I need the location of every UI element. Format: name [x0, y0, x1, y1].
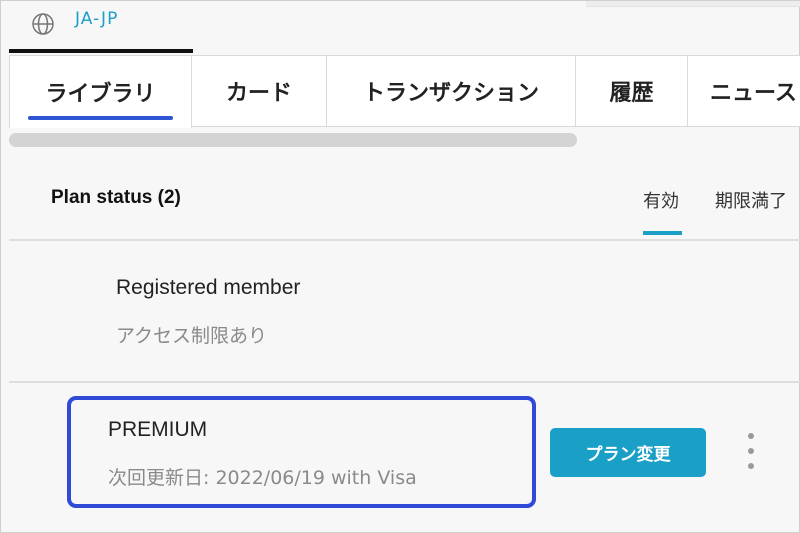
- kebab-dot: [748, 463, 754, 469]
- filter-label: 期限満了: [715, 191, 787, 212]
- tab-news[interactable]: ニュース: [688, 55, 800, 127]
- change-plan-button[interactable]: プラン変更: [550, 428, 706, 477]
- tab-label: トランザクション: [362, 81, 539, 106]
- plan-status-title: Plan status (2): [51, 187, 181, 208]
- kebab-dot: [748, 433, 754, 439]
- plan-name: Registered member: [116, 276, 301, 299]
- language-label: JA-JP: [75, 9, 119, 29]
- tab-label: 履歴: [609, 81, 654, 106]
- tab-card[interactable]: カード: [192, 55, 327, 127]
- globe-icon: [32, 13, 54, 35]
- plan-row-registered: Registered member アクセス制限あり: [9, 243, 800, 383]
- tab-label: ライブラリ: [45, 82, 156, 107]
- active-filter-indicator: [643, 231, 682, 235]
- kebab-dot: [748, 448, 754, 454]
- top-divider: [586, 1, 800, 7]
- tab-transactions[interactable]: トランザクション: [327, 55, 576, 127]
- app-frame: JA-JP ライブラリ カード トランザクション 履歴 ニュース Plan st…: [0, 0, 800, 533]
- main-tabs: ライブラリ カード トランザクション 履歴 ニュース: [9, 55, 800, 129]
- tab-label: カード: [225, 81, 292, 106]
- plan-status-header: Plan status (2) 有効 期限満了: [9, 159, 800, 241]
- plan-detail: アクセス制限あり: [116, 325, 268, 347]
- tab-history[interactable]: 履歴: [576, 55, 688, 127]
- tab-library[interactable]: ライブラリ: [9, 55, 192, 128]
- tab-label: ニュース: [710, 81, 797, 106]
- more-options-icon[interactable]: [745, 433, 757, 469]
- filter-label: 有効: [643, 191, 679, 212]
- filter-tab-expired[interactable]: 期限満了: [715, 187, 787, 213]
- tabs-scrollbar[interactable]: [9, 133, 577, 147]
- premium-highlight-box: [67, 396, 536, 508]
- active-tab-indicator: [28, 116, 173, 120]
- language-selector[interactable]: JA-JP: [9, 1, 193, 53]
- filter-tab-active[interactable]: 有効: [643, 187, 682, 235]
